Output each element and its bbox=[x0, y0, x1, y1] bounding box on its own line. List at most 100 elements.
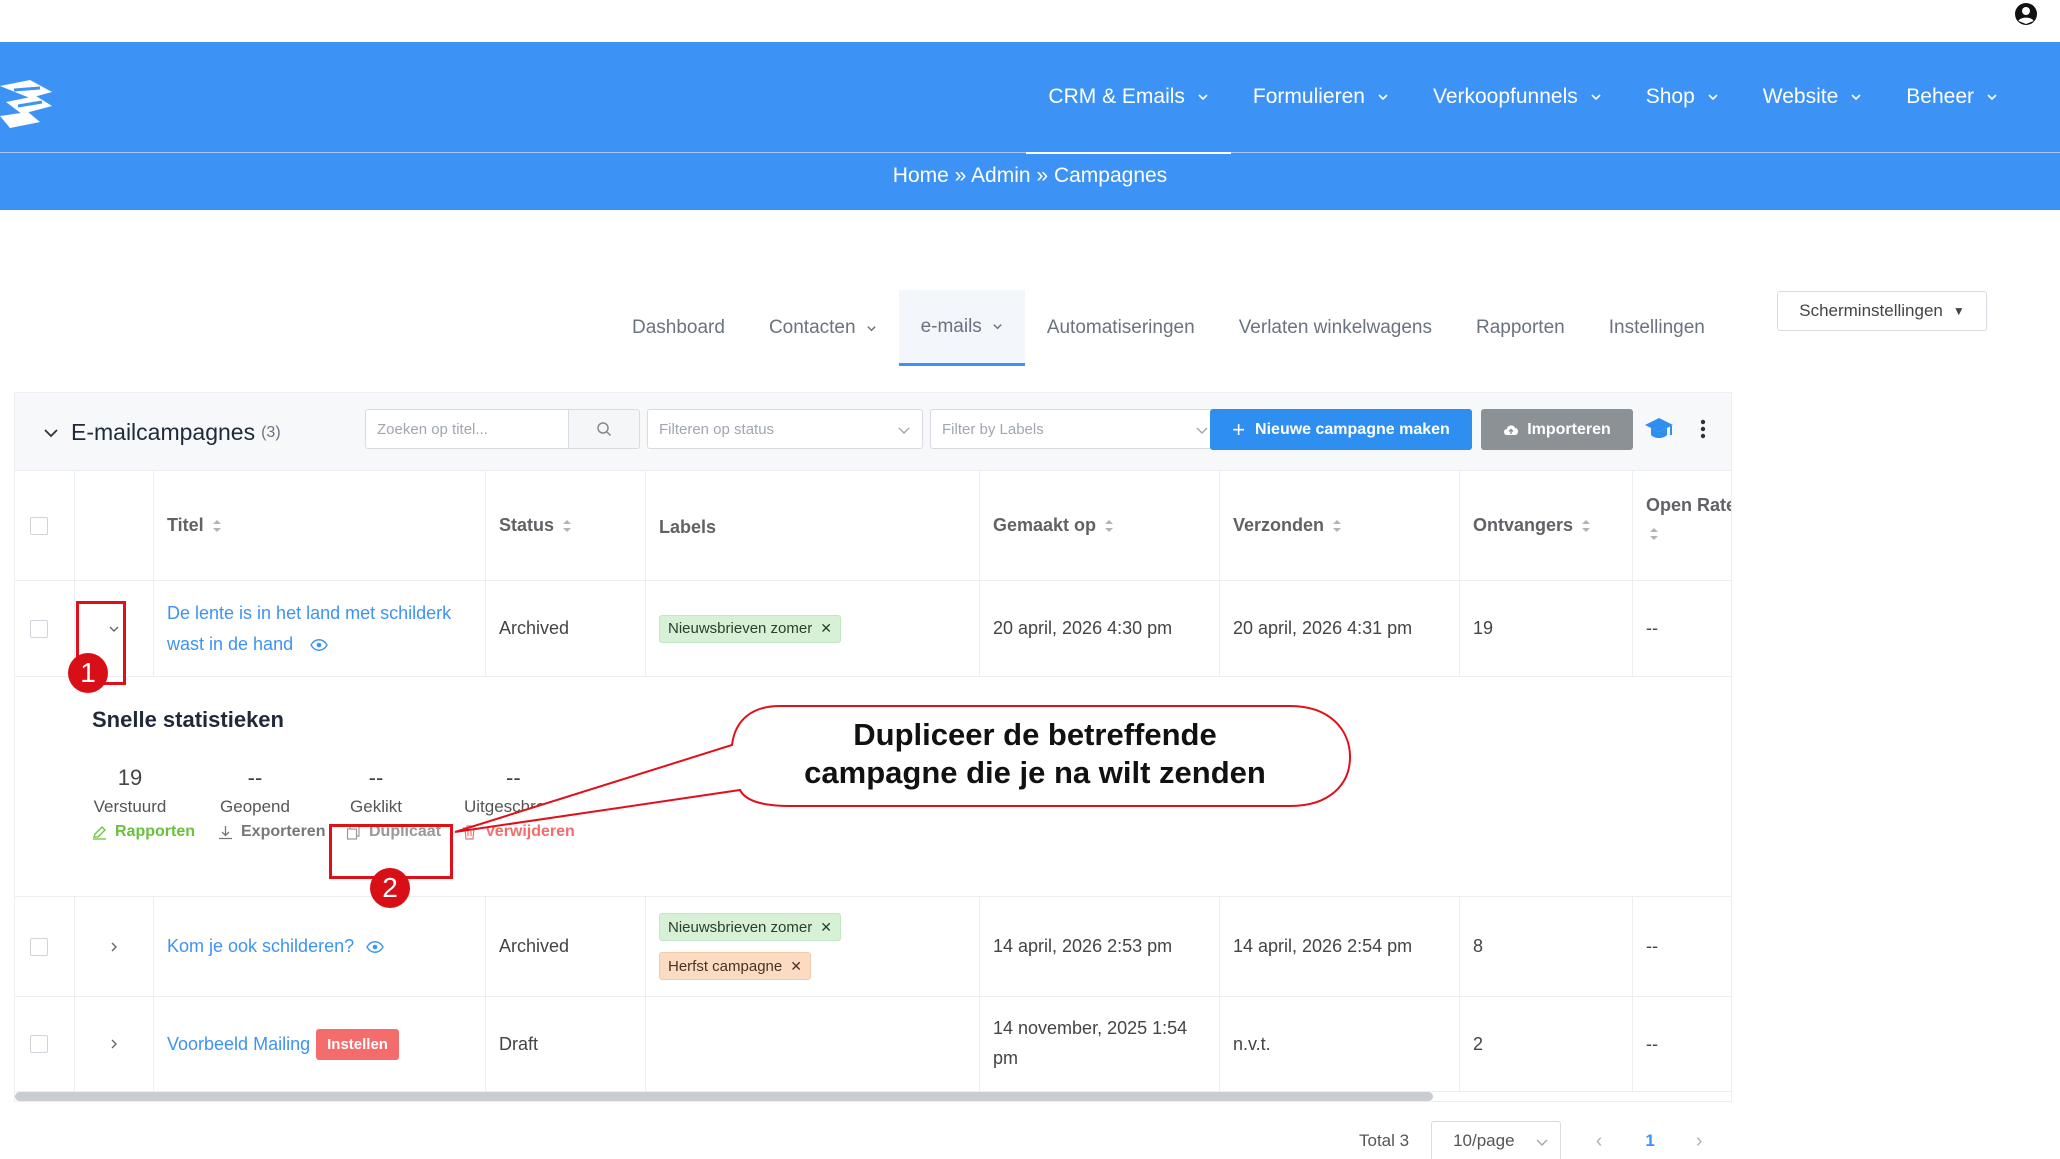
table-row: De lente is in het land met schilderk wa… bbox=[15, 581, 1731, 677]
chevron-down-icon bbox=[898, 427, 910, 434]
campaign-title-link[interactable]: wast in de hand bbox=[167, 634, 293, 654]
nav-item-website[interactable]: Website bbox=[1741, 42, 1884, 152]
quick-stats-title: Snelle statistieken bbox=[92, 707, 284, 732]
pagination-total: Total 3 bbox=[1359, 1131, 1410, 1150]
column-header-status[interactable]: Status bbox=[486, 471, 646, 580]
sort-icon bbox=[212, 519, 221, 532]
column-header-title[interactable]: Titel bbox=[154, 471, 486, 580]
label-tag: Nieuwsbrieven zomer ✕ bbox=[659, 913, 841, 941]
chevron-down-icon bbox=[1708, 94, 1718, 101]
campaign-title-link[interactable]: Kom je ook schilderen? bbox=[167, 936, 354, 957]
eye-icon[interactable] bbox=[366, 940, 384, 953]
reports-action[interactable]: Rapporten bbox=[92, 823, 195, 841]
chevron-right-icon[interactable] bbox=[107, 1037, 121, 1051]
nav-item-verkoopfunnels[interactable]: Verkoopfunnels bbox=[1411, 42, 1624, 152]
tab-contacten[interactable]: Contacten bbox=[747, 290, 899, 366]
label-tag: Nieuwsbrieven zomer ✕ bbox=[659, 614, 841, 643]
nav-item-beheer[interactable]: Beheer bbox=[1884, 42, 2020, 152]
user-account-icon[interactable] bbox=[2014, 2, 2038, 26]
tab-verlaten-winkelwagens[interactable]: Verlaten winkelwagens bbox=[1217, 290, 1454, 366]
search-button[interactable] bbox=[568, 409, 640, 449]
page-number[interactable]: 1 bbox=[1635, 1131, 1665, 1151]
tab-dashboard[interactable]: Dashboard bbox=[610, 290, 747, 366]
chevron-right-icon[interactable] bbox=[107, 940, 121, 954]
stat-value: 19 bbox=[117, 765, 143, 790]
horizontal-scrollbar[interactable] bbox=[15, 1092, 1433, 1101]
new-campaign-button[interactable]: + Nieuwe campagne maken bbox=[1210, 409, 1472, 450]
column-header-recipients[interactable]: Ontvangers bbox=[1460, 471, 1633, 580]
caret-down-icon: ▼ bbox=[1952, 304, 1965, 318]
sort-icon bbox=[1582, 519, 1591, 532]
remove-tag-icon[interactable]: ✕ bbox=[820, 620, 832, 637]
breadcrumb-campagnes: Campagnes bbox=[1053, 164, 1168, 187]
campaign-title-link[interactable]: De lente is in het land met schilderk bbox=[167, 603, 451, 623]
row-labels-cell bbox=[646, 997, 980, 1091]
label-filter-select[interactable]: Filter by Labels bbox=[930, 409, 1221, 449]
row-checkbox[interactable] bbox=[30, 937, 48, 956]
column-header-sent[interactable]: Verzonden bbox=[1220, 471, 1460, 580]
stat-clicked: -- Geklikt bbox=[338, 765, 414, 817]
card-toolbar: E-mailcampagnes (3) Zoeken op titel... F… bbox=[15, 393, 1731, 471]
tab-instellingen[interactable]: Instellingen bbox=[1587, 290, 1727, 366]
annotation-badge-1: 1 bbox=[68, 653, 108, 693]
screen-settings-button[interactable]: Scherminstellingen ▼ bbox=[1777, 291, 1987, 331]
row-checkbox[interactable] bbox=[30, 619, 48, 638]
row-created-cell: 14 november, 2025 1:54 pm bbox=[980, 997, 1220, 1091]
stat-value: -- bbox=[506, 765, 521, 790]
row-recipients-cell: 8 bbox=[1460, 897, 1633, 996]
row-title-cell: Voorbeeld Mailing Instellen bbox=[154, 997, 486, 1091]
export-action[interactable]: Exporteren bbox=[218, 823, 325, 841]
column-header-open-rate[interactable]: Open Rate bbox=[1633, 471, 1731, 580]
pagination: Total 3 10/page ‹ 1 › bbox=[1350, 1121, 1719, 1159]
more-options-icon[interactable] bbox=[1693, 415, 1713, 443]
chevron-down-icon bbox=[1987, 94, 1997, 101]
sort-icon bbox=[1105, 519, 1114, 532]
column-header-created[interactable]: Gemaakt op bbox=[980, 471, 1220, 580]
row-status-cell: Draft bbox=[486, 997, 646, 1091]
download-icon bbox=[219, 825, 232, 839]
brand-logo-icon[interactable] bbox=[0, 72, 60, 132]
row-sent-cell: n.v.t. bbox=[1220, 997, 1460, 1091]
row-checkbox[interactable] bbox=[30, 1035, 48, 1053]
card-title[interactable]: E-mailcampagnes (3) bbox=[43, 419, 281, 446]
breadcrumb-home[interactable]: Home bbox=[893, 164, 949, 187]
search-input[interactable]: Zoeken op titel... bbox=[365, 409, 569, 449]
row-sent-cell: 14 april, 2026 2:54 pm bbox=[1220, 897, 1460, 996]
campaign-title-link[interactable]: Voorbeeld Mailing bbox=[167, 1034, 310, 1055]
row-open-rate-cell: -- bbox=[1646, 936, 1658, 956]
delete-action[interactable]: Verwijderen bbox=[462, 823, 575, 841]
stat-label: Geklikt bbox=[350, 797, 402, 816]
row-recipients-cell: 2 bbox=[1460, 997, 1633, 1091]
remove-tag-icon[interactable]: ✕ bbox=[790, 958, 802, 975]
prev-page-icon[interactable]: ‹ bbox=[1579, 1130, 1619, 1153]
status-filter-select[interactable]: Filteren op status bbox=[647, 409, 923, 449]
row-select-cell bbox=[15, 581, 75, 676]
breadcrumb-separator: » bbox=[954, 164, 967, 187]
sort-icon bbox=[1650, 528, 1658, 540]
nav-item-formulieren[interactable]: Formulieren bbox=[1231, 42, 1411, 152]
nav-item-shop[interactable]: Shop bbox=[1624, 42, 1741, 152]
nav-item-crm-emails[interactable]: CRM & Emails bbox=[1026, 42, 1231, 154]
stat-label: Geopend bbox=[220, 797, 290, 816]
tab-e-mails[interactable]: e-mails bbox=[898, 290, 1025, 366]
import-button[interactable]: Importeren bbox=[1481, 409, 1633, 450]
row-expand-cell[interactable] bbox=[75, 897, 154, 996]
label-tag: Herfst campagne ✕ bbox=[659, 952, 811, 980]
page-size-select[interactable]: 10/page bbox=[1431, 1121, 1562, 1159]
table-row: Voorbeeld Mailing Instellen Draft 14 nov… bbox=[15, 997, 1731, 1092]
row-expand-cell[interactable] bbox=[75, 997, 154, 1091]
breadcrumb-admin[interactable]: Admin bbox=[971, 164, 1031, 187]
remove-tag-icon[interactable]: ✕ bbox=[820, 919, 832, 936]
tab-automatiseringen[interactable]: Automatiseringen bbox=[1025, 290, 1217, 366]
main-header: CRM & Emails Formulieren Verkoopfunnels … bbox=[0, 42, 2060, 210]
graduation-cap-icon[interactable] bbox=[1644, 415, 1674, 443]
tab-rapporten[interactable]: Rapporten bbox=[1454, 290, 1587, 366]
eye-icon[interactable] bbox=[310, 639, 328, 652]
stat-value: -- bbox=[368, 765, 384, 790]
next-page-icon[interactable]: › bbox=[1679, 1130, 1719, 1153]
chevron-down-icon bbox=[1196, 427, 1208, 434]
setup-badge[interactable]: Instellen bbox=[316, 1028, 399, 1060]
select-all-checkbox[interactable] bbox=[30, 516, 48, 535]
stat-opened: -- Geopend bbox=[217, 765, 293, 817]
select-all-cell bbox=[15, 471, 75, 580]
